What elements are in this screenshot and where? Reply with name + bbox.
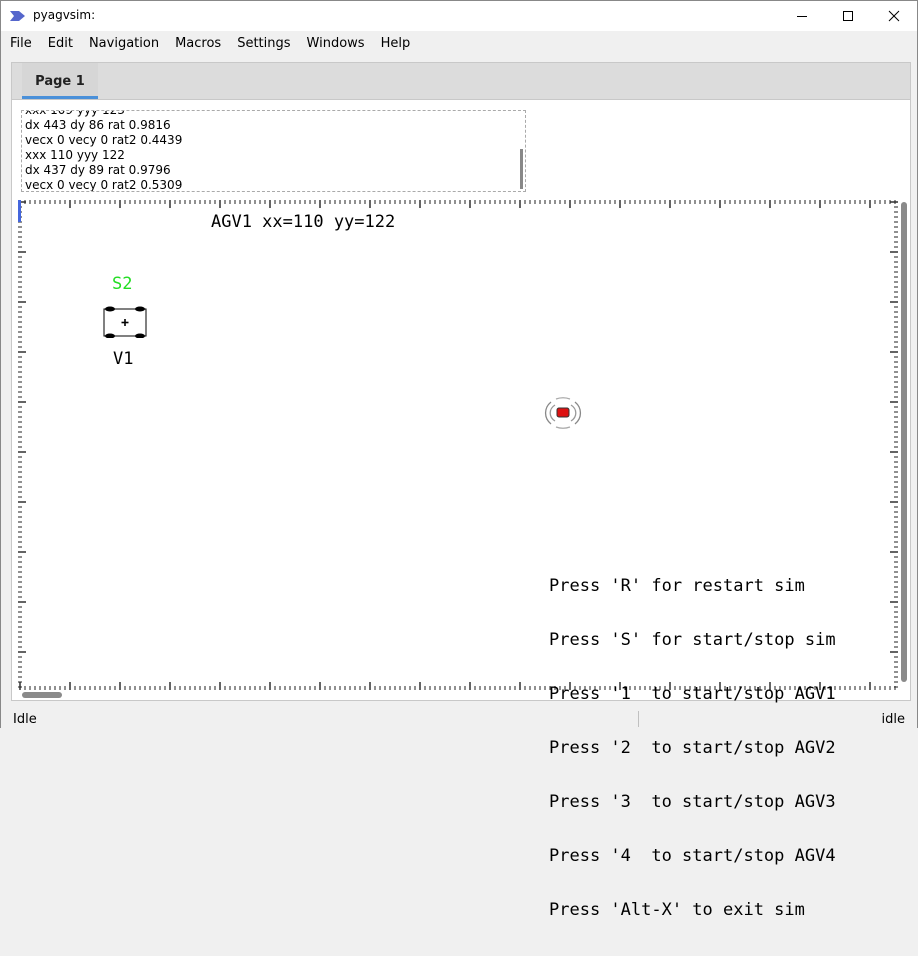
menu-windows[interactable]: Windows	[301, 36, 371, 51]
app-window: pyagvsim: File Edit Navigation Macros Se…	[0, 0, 918, 919]
vehicle-v1[interactable]	[102, 306, 148, 338]
status-right-text: idle	[881, 712, 905, 727]
ruler-top	[19, 200, 896, 208]
log-line: dx 437 dy 89 rat 0.9796	[25, 163, 171, 177]
log-line: vecx 0 vecy 0 rat2 0.5309	[25, 178, 183, 192]
ruler-corner-marker	[18, 200, 21, 222]
menu-macros[interactable]: Macros	[169, 36, 227, 51]
log-line: xxx 110 yyy 122	[25, 148, 125, 162]
menu-file[interactable]: File	[4, 36, 38, 51]
status-left-text: Idle	[13, 712, 37, 727]
ruler-right	[890, 201, 898, 688]
log-textbox[interactable]: xxx 109 yyy 123 dx 443 dy 86 rat 0.9816 …	[21, 110, 526, 192]
menu-navigation[interactable]: Navigation	[83, 36, 165, 51]
menu-bar: File Edit Navigation Macros Settings Win…	[1, 31, 917, 55]
vertical-scroll-thumb[interactable]	[901, 202, 907, 682]
target-marker-icon[interactable]	[542, 394, 584, 432]
log-line: dx 443 dy 86 rat 0.9816	[25, 118, 171, 132]
title-bar[interactable]: pyagvsim:	[1, 1, 917, 31]
log-line: xxx 109 yyy 123	[25, 110, 125, 117]
agv-status-text: AGV1 xx=110 yy=122	[211, 212, 396, 232]
minimize-icon	[797, 16, 807, 17]
help-text: Press 'R' for restart sim Press 'S' for …	[549, 541, 836, 955]
status-divider	[638, 711, 639, 727]
maximize-button[interactable]	[825, 1, 871, 31]
app-icon	[10, 11, 25, 21]
help-line: Press 'S' for start/stop sim	[549, 630, 836, 650]
close-button[interactable]	[871, 1, 917, 31]
vehicle-label: V1	[113, 349, 134, 369]
help-line: Press 'Alt-X' to exit sim	[549, 900, 805, 920]
help-line: Press '2 to start/stop AGV2	[549, 738, 836, 758]
help-line: Press '4 to start/stop AGV4	[549, 846, 836, 866]
minimize-button[interactable]	[779, 1, 825, 31]
horizontal-scroll-thumb[interactable]	[22, 692, 62, 698]
log-scrollbar[interactable]	[520, 149, 523, 189]
window-title: pyagvsim:	[33, 8, 96, 22]
tab-label: Page 1	[35, 73, 85, 89]
canvas-vertical-scrollbar[interactable]	[900, 202, 908, 688]
menu-edit[interactable]: Edit	[42, 36, 79, 51]
log-line: vecx 0 vecy 0 rat2 0.4439	[25, 133, 183, 147]
ruler-left	[18, 201, 26, 688]
tab-page-1[interactable]: Page 1	[22, 63, 98, 99]
canvas-horizontal-scrollbar[interactable]	[20, 691, 898, 699]
tab-bar: Page 1	[11, 62, 911, 99]
close-icon	[888, 10, 900, 22]
help-line: Press '3 to start/stop AGV3	[549, 792, 836, 812]
maximize-icon	[843, 11, 853, 21]
help-line: Press 'R' for restart sim	[549, 576, 805, 596]
menu-help[interactable]: Help	[375, 36, 417, 51]
menu-settings[interactable]: Settings	[231, 36, 296, 51]
page-content: xxx 109 yyy 123 dx 443 dy 86 rat 0.9816 …	[11, 99, 911, 919]
status-bar: Idle idle	[1, 709, 917, 728]
station-label: S2	[112, 274, 133, 294]
